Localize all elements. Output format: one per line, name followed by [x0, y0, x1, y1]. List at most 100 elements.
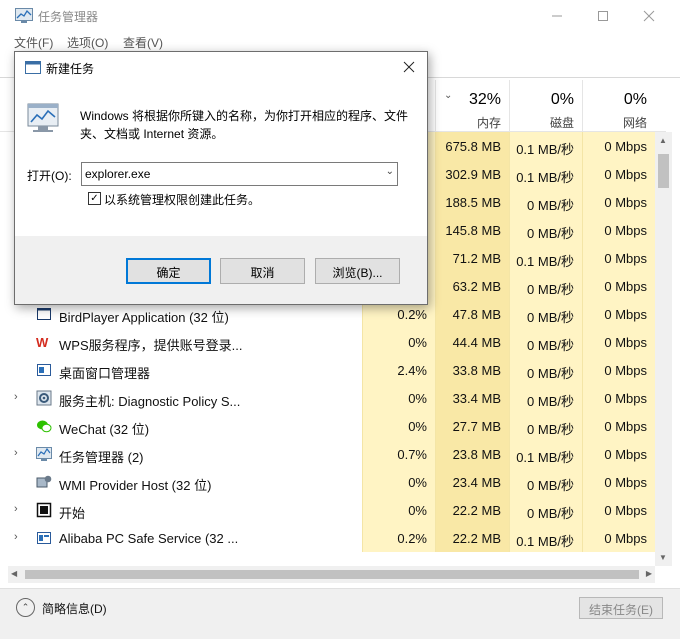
close-button[interactable] [626, 0, 672, 32]
wechat-icon [36, 418, 52, 434]
wmi-icon [36, 474, 52, 490]
window-icon [36, 306, 52, 322]
process-name: 开始 [59, 506, 86, 521]
process-row[interactable]: 桌面窗口管理器 2.4% 33.8 MB 0 MB/秒 0 Mbps [0, 356, 655, 384]
horizontal-scroll-thumb[interactable] [25, 570, 639, 579]
memory-cell: 33.4 MB [435, 384, 509, 412]
wps-icon: W [36, 334, 52, 350]
process-row[interactable]: WeChat (32 位) 0% 27.7 MB 0 MB/秒 0 Mbps [0, 412, 655, 440]
memory-cell: 71.2 MB [435, 244, 509, 272]
disk-cell: 0.1 MB/秒 [509, 160, 582, 188]
chevron-down-icon[interactable]: ⌄ [386, 166, 394, 177]
admin-checkbox[interactable]: ✓ [88, 192, 101, 205]
disk-cell: 0 MB/秒 [509, 188, 582, 216]
cancel-button[interactable]: 取消 [220, 258, 305, 284]
disk-cell: 0 MB/秒 [509, 328, 582, 356]
menu-file[interactable]: 文件(F) [14, 34, 53, 51]
dialog-description: Windows 将根据你所键入的名称，为你打开相应的程序、文件夹、文档或 Int… [80, 109, 409, 141]
alibaba-icon [36, 530, 52, 546]
minimize-button[interactable] [534, 0, 580, 32]
network-cell: 0 Mbps [582, 440, 655, 468]
memory-cell: 23.4 MB [435, 468, 509, 496]
maximize-icon [598, 11, 608, 21]
scroll-up-icon[interactable]: ▲ [659, 136, 667, 145]
browse-button[interactable]: 浏览(B)... [315, 258, 400, 284]
horizontal-scrollbar[interactable]: ◀ ▶ [8, 566, 655, 583]
cpu-cell: 0.2% [362, 524, 435, 552]
task-manager-app-icon [15, 8, 33, 23]
network-cell: 0 Mbps [582, 272, 655, 300]
process-row[interactable]: › Alibaba PC Safe Service (32 ... 0.2% 22.2… [0, 524, 655, 552]
admin-checkbox-label[interactable]: 以系统管理权限创建此任务。 [104, 191, 260, 208]
dialog-title-bar: 新建任务 [15, 52, 427, 82]
task-manager-icon [36, 446, 52, 462]
scroll-right-icon[interactable]: ▶ [646, 569, 652, 578]
memory-cell: 22.2 MB [435, 496, 509, 524]
network-cell: 0 Mbps [582, 384, 655, 412]
disk-cell: 0.1 MB/秒 [509, 524, 582, 552]
scroll-left-icon[interactable]: ◀ [11, 569, 17, 578]
memory-cell: 47.8 MB [435, 300, 509, 328]
process-row[interactable]: › 服务主机: Diagnostic Policy S... 0% 33.4 MB 0 … [0, 384, 655, 412]
memory-percent: 32% [468, 91, 501, 108]
cpu-cell: 0.7% [362, 440, 435, 468]
disk-cell: 0 MB/秒 [509, 412, 582, 440]
new-task-dialog: 新建任务 Windows 将根据你所键入的名称，为你打开相应的程序、文件夹、文档… [14, 51, 428, 305]
column-disk[interactable]: 0% 磁盘 [509, 80, 582, 132]
network-cell: 0 Mbps [582, 300, 655, 328]
memory-cell: 302.9 MB [435, 160, 509, 188]
minimize-icon [552, 15, 562, 17]
process-row[interactable]: › 任务管理器 (2) 0.7% 23.8 MB 0.1 MB/秒 0 Mbps [0, 440, 655, 468]
dialog-close-button[interactable] [397, 56, 421, 78]
cpu-cell: 0% [362, 384, 435, 412]
title-bar: 任务管理器 [0, 0, 680, 32]
vertical-scroll-thumb[interactable] [658, 154, 669, 188]
menu-view[interactable]: 查看(V) [123, 34, 163, 51]
disk-cell: 0 MB/秒 [509, 272, 582, 300]
disk-cell: 0.1 MB/秒 [509, 132, 582, 160]
maximize-button[interactable] [580, 0, 626, 32]
memory-cell: 63.2 MB [435, 272, 509, 300]
memory-cell: 675.8 MB [435, 132, 509, 160]
chevron-up-icon[interactable]: ⌃ [16, 598, 35, 617]
open-input-value[interactable]: explorer.exe [85, 167, 150, 181]
disk-cell: 0.1 MB/秒 [509, 440, 582, 468]
ok-button[interactable]: 确定 [126, 258, 211, 284]
column-memory[interactable]: ⌄ 32% 内存 [435, 80, 509, 132]
process-name: WPS服务程序，提供账号登录... [59, 338, 243, 353]
disk-cell: 0 MB/秒 [509, 300, 582, 328]
network-cell: 0 Mbps [582, 496, 655, 524]
cpu-cell: 0% [362, 468, 435, 496]
cpu-cell: 0% [362, 412, 435, 440]
process-name: WeChat (32 位) [59, 422, 150, 437]
network-cell: 0 Mbps [582, 412, 655, 440]
gear-icon [36, 390, 52, 406]
expand-chevron-icon[interactable]: › [14, 531, 26, 545]
process-name: 服务主机: Diagnostic Policy S... [59, 394, 241, 409]
process-row[interactable]: › 开始 0% 22.2 MB 0 MB/秒 0 Mbps [0, 496, 655, 524]
desktop-window-icon [36, 362, 52, 378]
network-cell: 0 Mbps [582, 328, 655, 356]
footer-bar: ⌃ 简略信息(D) 结束任务(E) [0, 588, 680, 639]
network-cell: 0 Mbps [582, 356, 655, 384]
open-combobox[interactable]: explorer.exe ⌄ [81, 162, 398, 186]
expand-chevron-icon[interactable]: › [14, 503, 26, 517]
brief-info-link[interactable]: 简略信息(D) [42, 600, 107, 617]
column-network[interactable]: 0% 网络 [582, 80, 655, 132]
start-icon [36, 502, 52, 518]
menu-options[interactable]: 选项(O) [67, 34, 108, 51]
memory-cell: 145.8 MB [435, 216, 509, 244]
scroll-down-icon[interactable]: ▼ [659, 553, 667, 562]
disk-percent: 0% [550, 91, 574, 108]
process-row[interactable]: WMI Provider Host (32 位) 0% 23.4 MB 0 MB/秒 0… [0, 468, 655, 496]
disk-cell: 0 MB/秒 [509, 356, 582, 384]
expand-chevron-icon[interactable]: › [14, 391, 26, 405]
vertical-scrollbar[interactable]: ▲ ▼ [655, 132, 672, 566]
disk-cell: 0 MB/秒 [509, 216, 582, 244]
disk-cell: 0 MB/秒 [509, 496, 582, 524]
network-cell: 0 Mbps [582, 216, 655, 244]
end-task-button[interactable]: 结束任务(E) [579, 597, 663, 619]
process-row[interactable]: W WPS服务程序，提供账号登录... 0% 44.4 MB 0 MB/秒 0 Mbps [0, 328, 655, 356]
expand-chevron-icon[interactable]: › [14, 447, 26, 461]
network-label: 网络 [622, 116, 647, 130]
